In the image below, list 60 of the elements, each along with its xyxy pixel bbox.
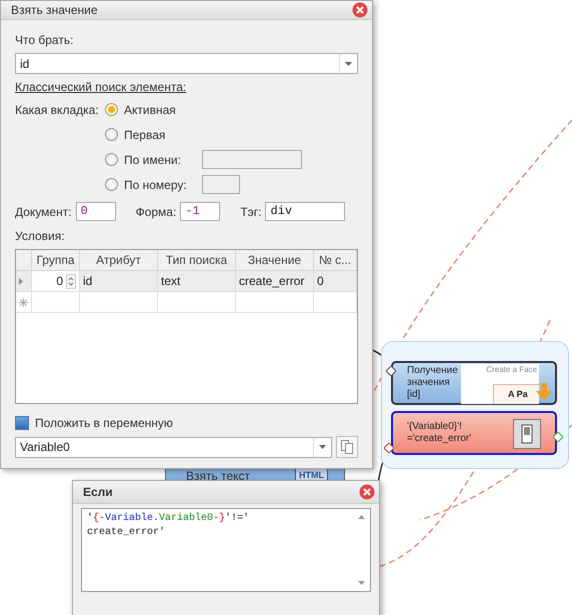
node-label: Взять текст xyxy=(186,470,250,482)
field-label: Тэг: xyxy=(240,204,262,218)
dropdown[interactable]: Variable0 xyxy=(15,436,332,458)
radio-button[interactable] xyxy=(105,178,118,191)
column-header[interactable]: Атрибут xyxy=(80,250,158,271)
caret-icon xyxy=(319,445,326,449)
flow-node[interactable]: Получение значения [id] Create a Face A Pa xyxy=(391,361,557,405)
radio-label: Активная xyxy=(124,102,176,116)
column-header[interactable]: Группа xyxy=(32,250,80,271)
field-label: Какая вкладка: xyxy=(15,102,100,116)
caret-icon xyxy=(345,62,352,66)
radio-label: По имени: xyxy=(124,152,182,166)
node-label: '{Variable0}'! ='create_error' xyxy=(407,421,472,445)
radio-label: Первая xyxy=(124,128,166,142)
column-header[interactable]: Тип поиска xyxy=(158,250,236,271)
dropdown[interactable]: id xyxy=(15,53,358,74)
code-editor[interactable]: '{-Variable.Variable0-}'!=' create_error' xyxy=(81,508,371,592)
input-field[interactable]: -1 xyxy=(180,202,220,221)
input-field[interactable]: div xyxy=(265,202,346,221)
radio-button[interactable] xyxy=(105,153,118,166)
section-link[interactable]: Классический поиск элемента: xyxy=(15,80,186,94)
spinner-icon[interactable] xyxy=(66,274,76,288)
down-arrow-icon xyxy=(536,383,552,401)
switch-icon xyxy=(513,419,541,449)
field-label: Форма: xyxy=(136,204,176,218)
checkbox-label: Положить в переменную xyxy=(35,416,173,430)
thumbnail-text: A Pa xyxy=(493,384,539,404)
table-cell: id xyxy=(83,274,92,288)
column-header[interactable]: № с... xyxy=(314,250,357,271)
port-icon xyxy=(386,366,396,376)
scroll-up-icon xyxy=(358,515,365,519)
input-field[interactable] xyxy=(202,150,302,169)
table-cell: text xyxy=(161,274,180,288)
scroll-down-icon xyxy=(358,581,365,585)
radio-label: По номеру: xyxy=(124,178,188,192)
flow-node[interactable]: '{Variable0}'! ='create_error' xyxy=(391,411,557,455)
window-title: Взять значение xyxy=(11,3,98,17)
port-icon xyxy=(553,432,563,442)
node-label: Получение значения [id] xyxy=(407,365,459,401)
field-label: Документ: xyxy=(15,204,72,218)
port-icon xyxy=(384,443,394,453)
table-cell: 0 xyxy=(317,274,324,288)
table-cell: create_error xyxy=(239,274,304,288)
asterisk-icon xyxy=(19,298,28,306)
close-icon[interactable] xyxy=(359,484,375,500)
row-pointer-icon xyxy=(19,278,23,284)
column-header[interactable]: Значение xyxy=(236,250,314,271)
field-label: Условия: xyxy=(15,229,66,243)
thumbnail-text: Create a Face xyxy=(486,365,537,374)
field-label: Что брать: xyxy=(15,33,74,47)
radio-button[interactable] xyxy=(105,103,118,116)
copy-icon xyxy=(341,440,353,454)
input-field[interactable]: 0 xyxy=(76,202,116,221)
radio-button[interactable] xyxy=(105,128,118,141)
table-cell: 0 xyxy=(56,274,63,288)
close-icon[interactable] xyxy=(352,2,368,18)
copy-button[interactable] xyxy=(336,436,358,458)
window-title: Если xyxy=(83,485,113,499)
input-field[interactable] xyxy=(202,175,240,194)
checkbox[interactable] xyxy=(15,416,29,430)
